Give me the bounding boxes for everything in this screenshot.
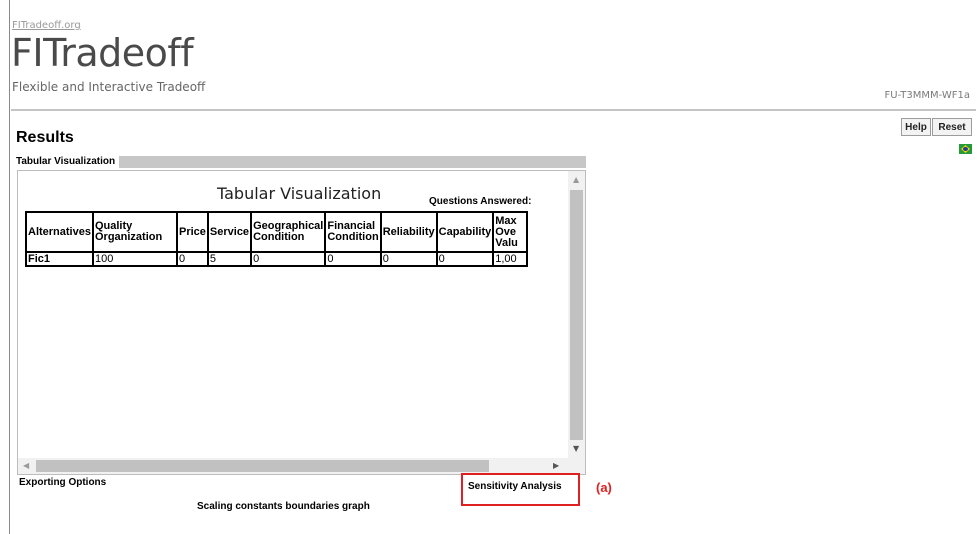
table-cell: 5 bbox=[206, 251, 253, 267]
questions-answered-label: Questions Answered: bbox=[429, 196, 532, 207]
table-cell: Fic1 bbox=[25, 251, 94, 267]
column-header: Alternatives bbox=[25, 211, 94, 253]
flag-globe bbox=[963, 147, 968, 151]
tabular-visualization-panel: Tabular Visualization Questions Answered… bbox=[17, 170, 586, 475]
tabular-section-header: Tabular Visualization bbox=[16, 156, 586, 168]
sensitivity-analysis-tab[interactable]: Sensitivity Analysis bbox=[468, 481, 562, 492]
exporting-options-tab[interactable]: Exporting Options bbox=[19, 477, 106, 488]
logo-subtitle: Flexible and Interactive Tradeoff bbox=[12, 80, 206, 94]
site-link[interactable]: FITradeoff.org bbox=[12, 20, 81, 31]
version-label: FU-T3MMM-WF1a bbox=[884, 90, 970, 101]
visualization-title: Tabular Visualization bbox=[217, 184, 382, 203]
table-cell: 0 bbox=[324, 251, 382, 267]
logo-title: FITradeoff bbox=[11, 31, 194, 75]
brazil-flag-icon[interactable] bbox=[959, 144, 972, 154]
column-header: Max Ove Valu bbox=[492, 211, 529, 253]
scaling-constants-graph-tab[interactable]: Scaling constants boundaries graph bbox=[197, 501, 370, 512]
column-header: Financial Condition bbox=[324, 211, 382, 253]
table-cell: 100 bbox=[91, 251, 178, 267]
table-header-row: Alternatives Quality Organization Price … bbox=[25, 211, 529, 253]
sensitivity-analysis-highlight[interactable]: Sensitivity Analysis bbox=[461, 473, 580, 506]
column-header: Geographical Condition bbox=[250, 211, 327, 253]
table-cell: 0 bbox=[175, 251, 209, 267]
column-header: Reliability bbox=[379, 211, 438, 253]
results-table: Alternatives Quality Organization Price … bbox=[25, 211, 529, 267]
annotation-marker: (a) bbox=[596, 480, 612, 495]
column-header: Price bbox=[175, 211, 209, 253]
horizontal-scroll-thumb[interactable] bbox=[36, 460, 489, 472]
help-button[interactable]: Help bbox=[901, 118, 931, 136]
page-title: Results bbox=[16, 129, 74, 146]
table-cell: 1,00 bbox=[492, 251, 529, 267]
vertical-scroll-thumb[interactable] bbox=[570, 190, 583, 440]
column-header: Quality Organization bbox=[91, 211, 178, 253]
table-cell: 0 bbox=[250, 251, 327, 267]
scroll-right-arrow-icon[interactable]: ▶ bbox=[553, 462, 559, 470]
page-left-border bbox=[9, 0, 10, 534]
tabular-section-label: Tabular Visualization bbox=[16, 156, 120, 168]
scroll-down-arrow-icon[interactable]: ▼ bbox=[573, 445, 579, 453]
column-header: Service bbox=[206, 211, 253, 253]
horizontal-scrollbar[interactable]: ◀ ▶ bbox=[18, 458, 585, 474]
table-cell: 0 bbox=[379, 251, 438, 267]
scroll-up-arrow-icon[interactable]: ▲ bbox=[573, 176, 579, 184]
reset-button[interactable]: Reset bbox=[932, 118, 972, 136]
vertical-scrollbar[interactable]: ▲ ▼ bbox=[568, 171, 585, 458]
table-row: Fic1 100 0 5 0 0 0 0 1,00 bbox=[25, 251, 529, 267]
column-header: Capability bbox=[435, 211, 495, 253]
table-cell: 0 bbox=[435, 251, 495, 267]
tabular-visualization-content: Tabular Visualization Questions Answered… bbox=[18, 171, 567, 458]
header-divider bbox=[11, 109, 976, 111]
scroll-left-arrow-icon[interactable]: ◀ bbox=[23, 462, 29, 470]
